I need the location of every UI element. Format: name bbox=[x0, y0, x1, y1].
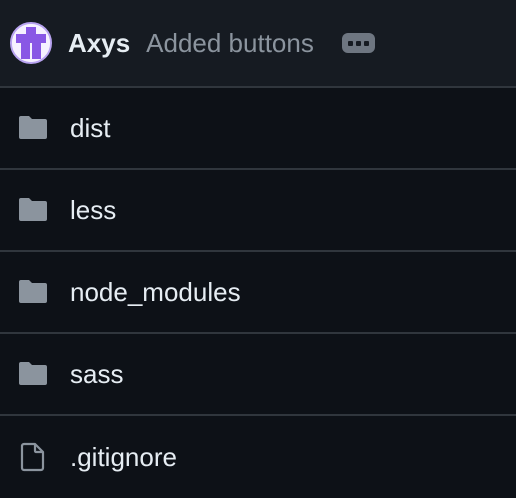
file-list: dist less node_modules sass .gitignore bbox=[0, 88, 516, 498]
folder-icon bbox=[16, 113, 50, 143]
identicon-avatar-icon bbox=[12, 24, 50, 62]
commit-message[interactable]: Added buttons bbox=[146, 28, 314, 59]
ellipsis-icon bbox=[363, 40, 369, 46]
file-browser: Axys Added buttons dist less node_module… bbox=[0, 0, 516, 486]
list-item-less[interactable]: less bbox=[0, 170, 516, 252]
entry-name[interactable]: less bbox=[70, 195, 116, 226]
entry-name[interactable]: sass bbox=[70, 359, 123, 390]
folder-icon bbox=[16, 277, 50, 307]
entry-name[interactable]: dist bbox=[70, 113, 110, 144]
ellipsis-icon bbox=[355, 40, 361, 46]
latest-commit-header: Axys Added buttons bbox=[0, 0, 516, 88]
ellipsis-icon bbox=[347, 40, 353, 46]
entry-name[interactable]: .gitignore bbox=[70, 442, 177, 473]
file-icon bbox=[16, 442, 50, 472]
folder-icon bbox=[16, 195, 50, 225]
commit-details-button[interactable] bbox=[341, 33, 375, 53]
list-item-node-modules[interactable]: node_modules bbox=[0, 252, 516, 334]
list-item-dist[interactable]: dist bbox=[0, 88, 516, 170]
commit-author[interactable]: Axys bbox=[68, 28, 130, 59]
author-avatar[interactable] bbox=[10, 22, 52, 64]
list-item-sass[interactable]: sass bbox=[0, 334, 516, 416]
entry-name[interactable]: node_modules bbox=[70, 277, 241, 308]
folder-icon bbox=[16, 359, 50, 389]
